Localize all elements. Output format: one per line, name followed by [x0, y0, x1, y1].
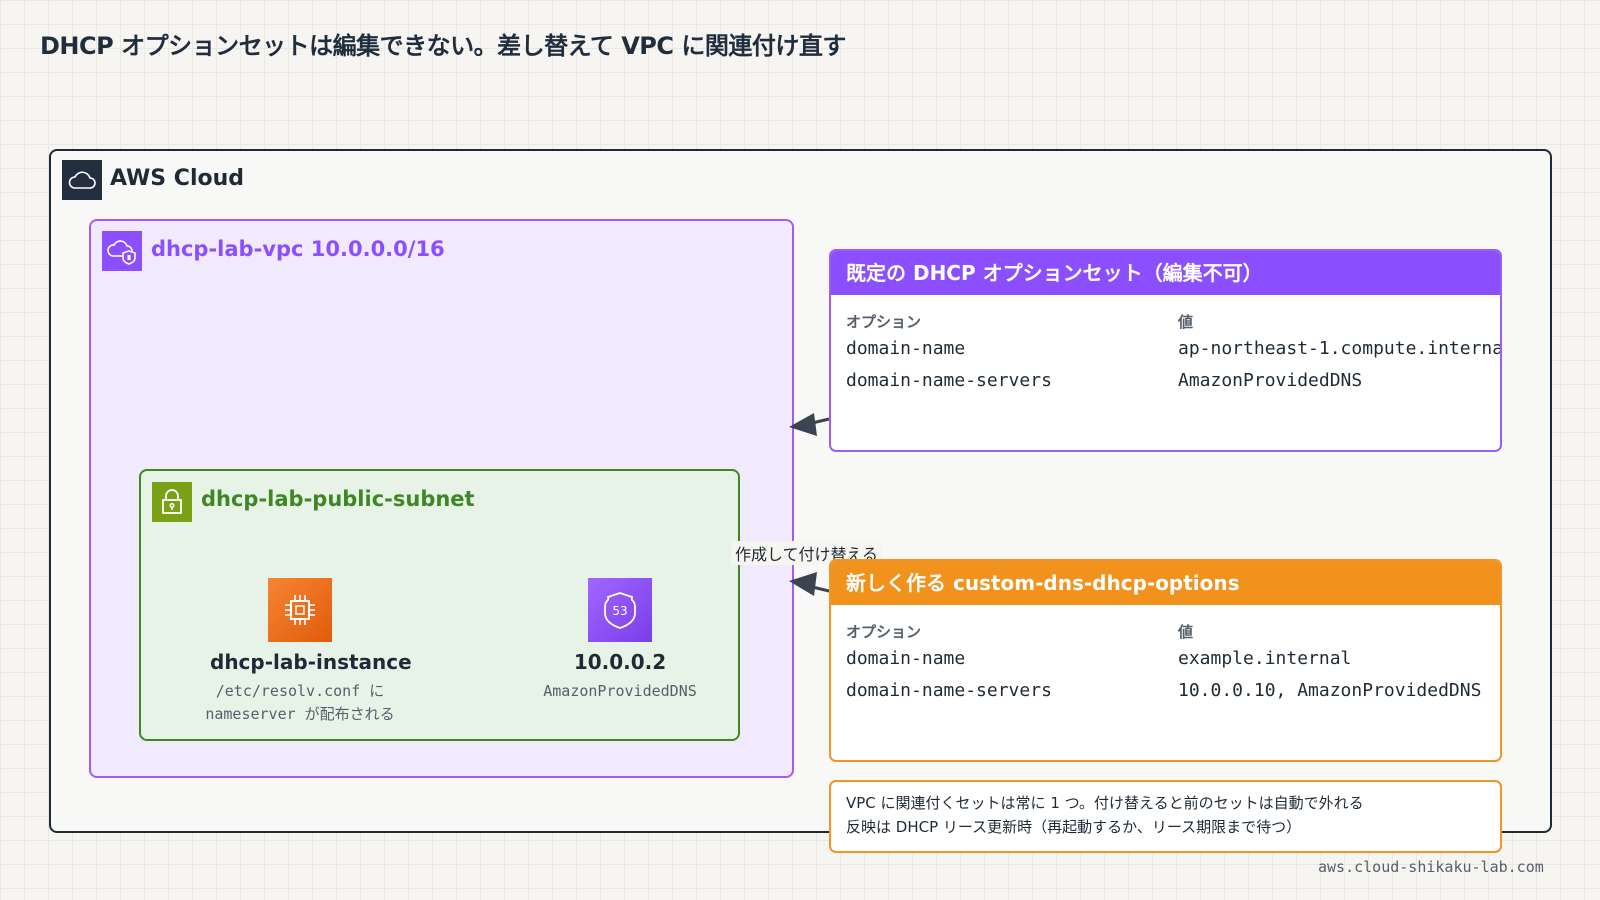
custom-arrow-head [789, 572, 817, 596]
custom-options-header: 新しく作る custom-dns-dhcp-options [831, 561, 1500, 605]
custom-col-option: オプション [846, 623, 922, 641]
default-arrow-head [789, 413, 817, 436]
default-row-option: domain-name [846, 338, 966, 359]
custom-row-option: domain-name-servers [846, 680, 1052, 701]
default-options-panel: 既定の DHCP オプションセット（編集不可） オプション 値 domain-n… [829, 249, 1502, 452]
default-row-value: AmazonProvidedDNS [1178, 370, 1363, 391]
custom-options-panel: 新しく作る custom-dns-dhcp-options オプション 値 do… [829, 559, 1502, 762]
default-row-option: domain-name-servers [846, 370, 1052, 391]
note-box: VPC に関連付くセットは常に 1 つ。付け替えると前のセットは自動で外れる 反… [829, 780, 1502, 853]
default-col-option: オプション [846, 313, 922, 331]
default-row-value: ap-northeast-1.compute.internal [1178, 338, 1502, 359]
default-col-value: 値 [1178, 313, 1194, 331]
default-options-header: 既定の DHCP オプションセット（編集不可） [831, 251, 1500, 295]
note-line2: 反映は DHCP リース更新時（再起動するか、リース期限まで待つ） [846, 818, 1302, 836]
custom-row-option: domain-name [846, 648, 966, 669]
custom-row-value: 10.0.0.10, AmazonProvidedDNS [1178, 680, 1482, 701]
footer-url: aws.cloud-shikaku-lab.com [1318, 858, 1544, 876]
custom-row-value: example.internal [1178, 648, 1352, 669]
custom-col-value: 値 [1178, 623, 1194, 641]
note-line1: VPC に関連付くセットは常に 1 つ。付け替えると前のセットは自動で外れる [846, 794, 1364, 812]
